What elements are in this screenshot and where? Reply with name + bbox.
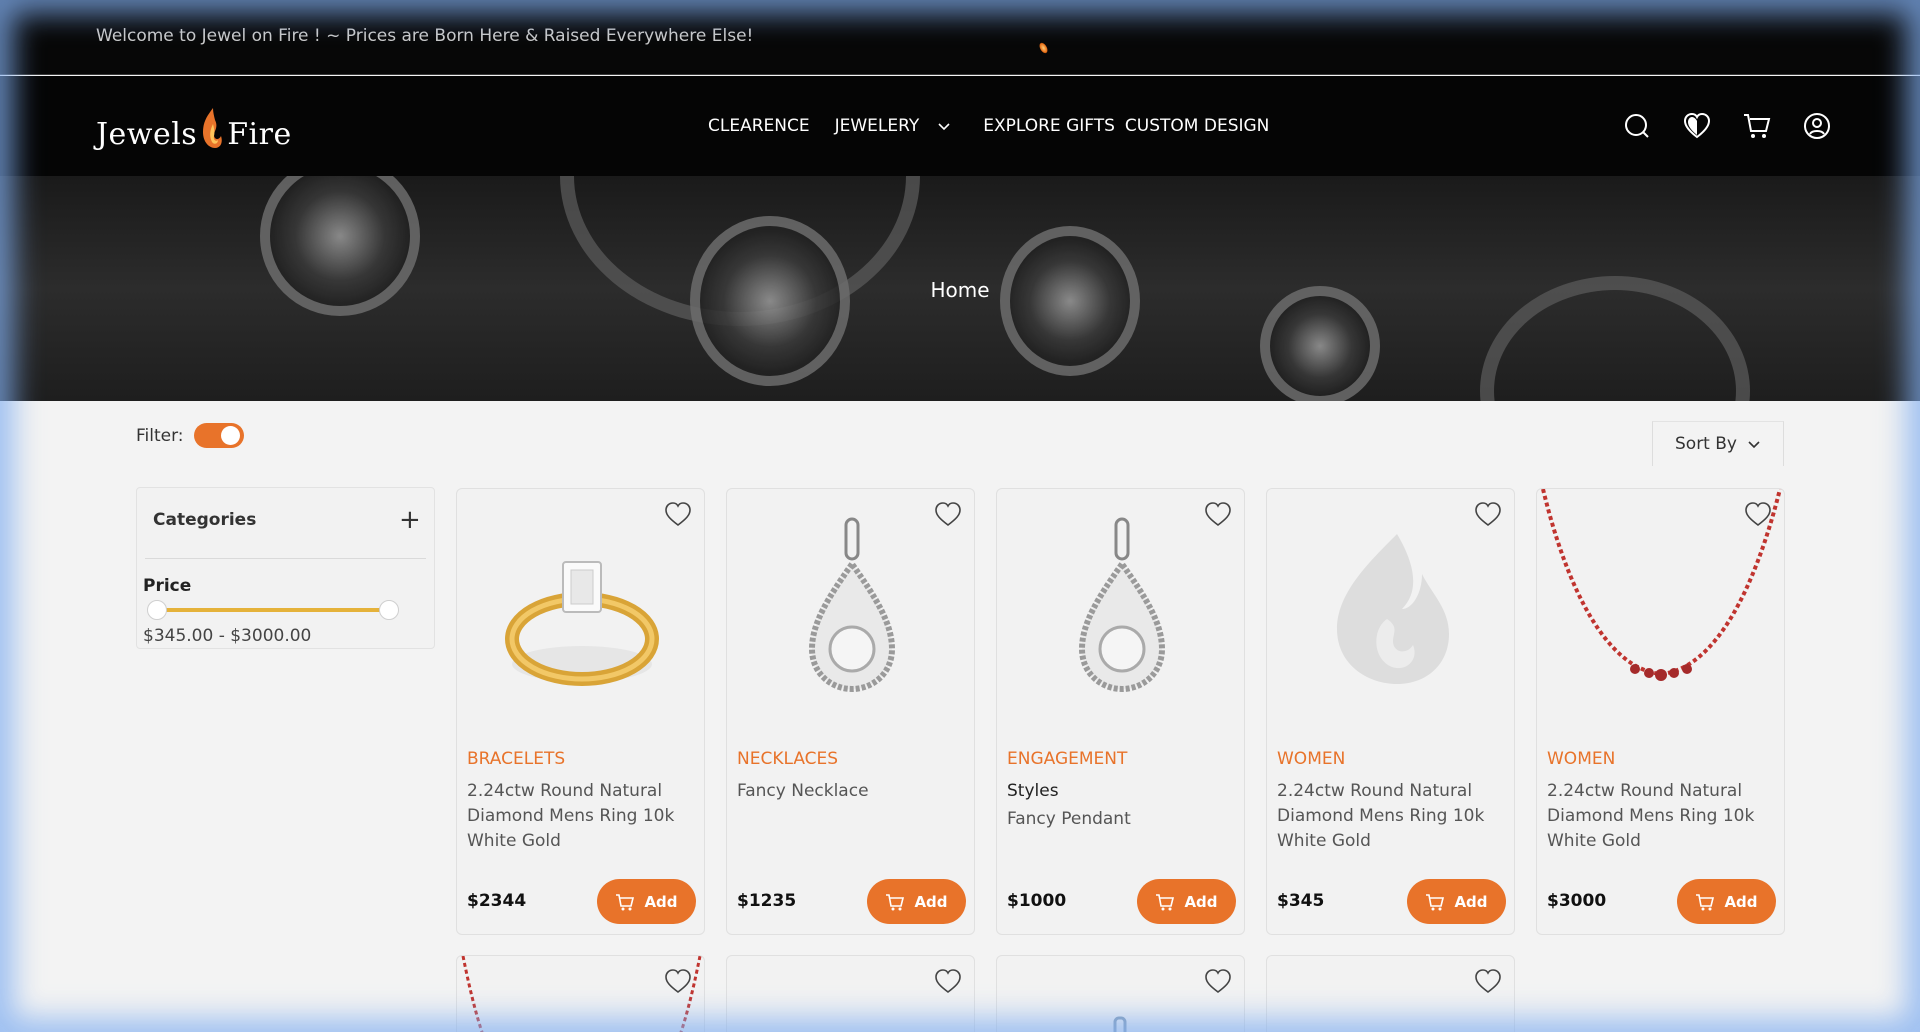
announcement-bar: Welcome to Jewel on Fire ! ~ Prices are … — [0, 0, 1920, 133]
slider-max-handle[interactable] — [379, 600, 399, 620]
product-category[interactable]: WOMEN — [1277, 749, 1345, 769]
heart-icon — [1683, 112, 1711, 139]
product-price: $345 — [1277, 891, 1325, 911]
wishlist-heart-icon[interactable] — [934, 968, 962, 994]
breadcrumb[interactable]: Home — [0, 278, 1920, 302]
product-name[interactable]: 2.24ctw Round Natural Diamond Mens Ring … — [467, 779, 692, 854]
page-banner: Home — [0, 176, 1920, 401]
add-to-cart-button[interactable]: Add — [867, 879, 966, 924]
product-category[interactable]: BRACELETS — [467, 749, 565, 769]
product-card[interactable]: WOMEN 2.24ctw Round Natural Diamond Mens… — [1536, 488, 1785, 935]
main-nav: CLEARENCE JEWELERY EXPLORE GIFTS CUSTOM … — [708, 116, 1294, 136]
add-to-cart-button[interactable]: Add — [1677, 879, 1776, 924]
add-to-cart-button[interactable]: Add — [1137, 879, 1236, 924]
cart-icon — [1426, 893, 1445, 910]
product-price: $1235 — [737, 891, 797, 911]
wishlist-heart-icon[interactable] — [664, 968, 692, 994]
logo-word-left: Jewels — [96, 117, 198, 152]
cart-icon — [1156, 893, 1175, 910]
wishlist-heart-icon[interactable] — [1204, 968, 1232, 994]
nav-item-custom-design[interactable]: CUSTOM DESIGN — [1125, 116, 1269, 136]
product-category[interactable]: NECKLACES — [737, 749, 838, 769]
divider — [145, 558, 426, 559]
wishlist-heart-icon[interactable] — [1474, 968, 1502, 994]
header-actions — [1622, 111, 1862, 141]
product-name[interactable]: 2.24ctw Round Natural Diamond Mens Ring … — [1277, 779, 1502, 854]
logo-word-right: Fire — [227, 117, 292, 152]
product-category[interactable]: ENGAGEMENT — [1007, 749, 1127, 769]
add-to-cart-button[interactable]: Add — [597, 879, 696, 924]
product-price: $1000 — [1007, 891, 1067, 911]
product-card[interactable]: NECKLACES Fancy Necklace $1235 Add — [726, 488, 975, 935]
slider-min-handle[interactable] — [147, 600, 167, 620]
price-range-slider[interactable] — [143, 600, 399, 620]
nav-item-clearence[interactable]: CLEARENCE — [708, 116, 810, 136]
product-card[interactable] — [726, 955, 975, 1032]
price-heading: Price — [143, 576, 192, 596]
wishlist-heart-icon[interactable] — [934, 501, 962, 527]
price-range-value: $345.00 - $3000.00 — [143, 626, 312, 646]
product-card[interactable]: ENGAGEMENT Styles Fancy Pendant $1000 Ad… — [996, 488, 1245, 935]
wishlist-button[interactable] — [1682, 111, 1712, 141]
chevron-down-icon — [938, 123, 950, 131]
expand-categories-plus-icon[interactable]: + — [399, 507, 421, 533]
cart-icon — [616, 893, 635, 910]
product-name[interactable]: Fancy Necklace — [737, 779, 962, 804]
cart-icon — [1744, 114, 1771, 138]
chevron-down-icon — [1748, 441, 1760, 449]
product-category[interactable]: WOMEN — [1547, 749, 1615, 769]
flame-logo-icon — [203, 108, 222, 148]
product-name[interactable]: Styles — [1007, 779, 1232, 804]
ember-decoration — [1037, 41, 1050, 55]
wishlist-heart-icon[interactable] — [1474, 501, 1502, 527]
search-icon — [1625, 114, 1649, 138]
product-name[interactable]: 2.24ctw Round Natural Diamond Mens Ring … — [1547, 779, 1772, 854]
gold-ring-image — [504, 561, 659, 686]
cart-icon — [1696, 893, 1715, 910]
nav-item-jewelery[interactable]: JEWELERY — [835, 116, 952, 136]
product-card[interactable] — [456, 955, 705, 1032]
cart-icon — [886, 893, 905, 910]
account-button[interactable] — [1802, 111, 1832, 141]
nav-item-explore-gifts[interactable]: EXPLORE GIFTS — [983, 116, 1115, 136]
banner-jewel-image — [1260, 286, 1380, 401]
filter-sidebar: Categories + Price $345.00 - $3000.00 — [136, 487, 435, 649]
product-card[interactable]: BRACELETS 2.24ctw Round Natural Diamond … — [456, 488, 705, 935]
sort-dropdown[interactable]: Sort By — [1652, 421, 1784, 466]
add-label: Add — [1184, 892, 1218, 911]
filter-toggle-group: Filter: — [136, 423, 244, 448]
add-label: Add — [1724, 892, 1758, 911]
cart-button[interactable] — [1742, 111, 1772, 141]
product-price: $3000 — [1547, 891, 1607, 911]
slider-track — [157, 608, 386, 612]
wishlist-heart-icon[interactable] — [664, 501, 692, 527]
user-icon — [1804, 113, 1830, 139]
categories-heading: Categories — [153, 510, 257, 530]
filter-label: Filter: — [136, 425, 184, 446]
product-card[interactable]: WOMEN 2.24ctw Round Natural Diamond Mens… — [1266, 488, 1515, 935]
sort-label: Sort By — [1675, 434, 1737, 454]
add-to-cart-button[interactable]: Add — [1407, 879, 1506, 924]
teardrop-pendant-image — [808, 517, 895, 693]
welcome-message: Welcome to Jewel on Fire ! ~ Prices are … — [96, 26, 754, 46]
nav-item-label: JEWELERY — [834, 116, 920, 136]
search-button[interactable] — [1622, 111, 1652, 141]
site-logo[interactable]: Jewels Fire — [96, 100, 292, 152]
wishlist-heart-icon[interactable] — [1744, 501, 1772, 527]
add-label: Add — [1454, 892, 1488, 911]
product-subname: Fancy Pendant — [1007, 809, 1131, 829]
product-card[interactable] — [996, 955, 1245, 1032]
add-label: Add — [644, 892, 678, 911]
wishlist-heart-icon[interactable] — [1204, 501, 1232, 527]
add-label: Add — [914, 892, 948, 911]
product-price: $2344 — [467, 891, 527, 911]
flame-placeholder-icon — [1336, 534, 1449, 684]
filter-toggle[interactable] — [193, 423, 244, 448]
product-card[interactable] — [1266, 955, 1515, 1032]
teardrop-pendant-image — [1078, 517, 1165, 693]
